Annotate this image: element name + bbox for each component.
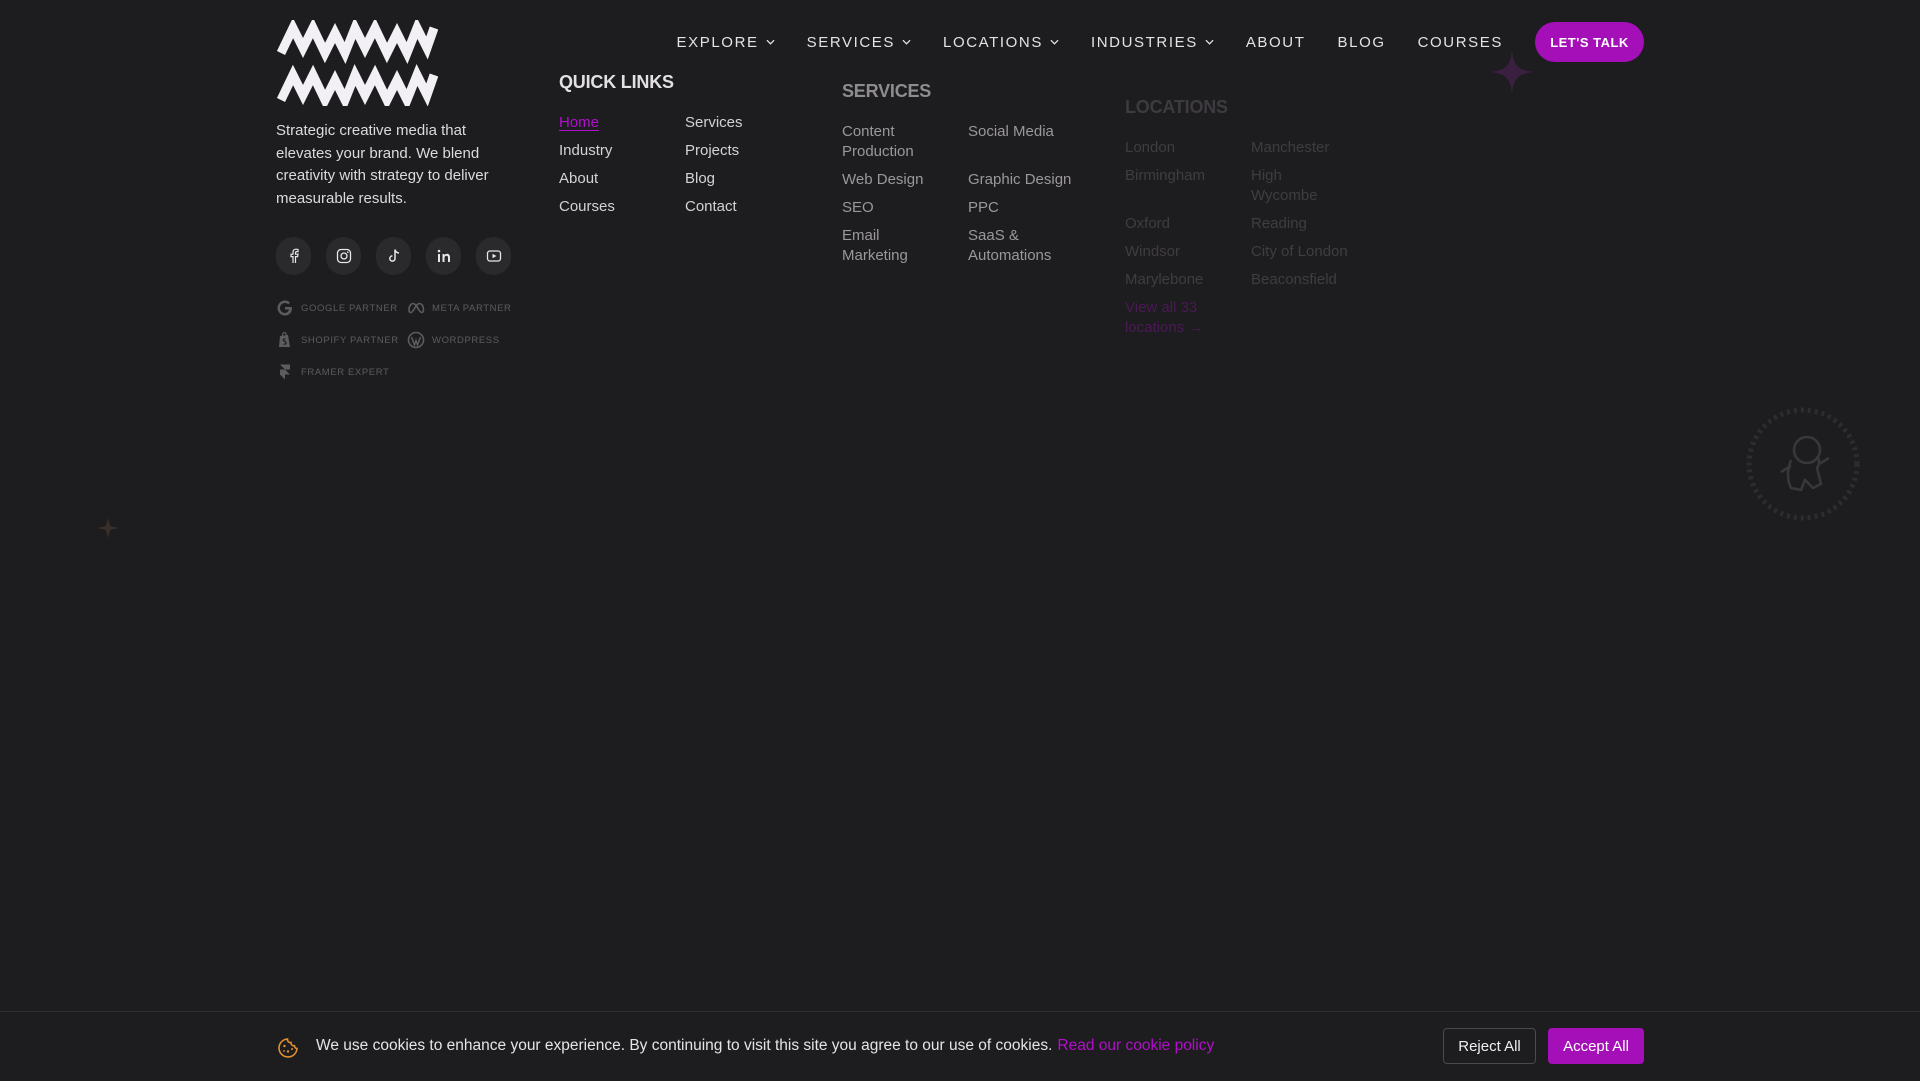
quick-link-home[interactable]: Home [559,113,679,133]
nav-about-label: ABOUT [1245,33,1306,51]
location-link-reading[interactable]: Reading [1251,214,1371,234]
service-link-saas-automations[interactable]: SaaS & Automations [968,226,1078,266]
service-link-seo[interactable]: SEO [842,198,942,218]
chevron-down-icon [1050,39,1059,45]
instagram-icon [336,248,351,264]
view-all-locations-link[interactable]: View all 33 locations → [1125,298,1225,338]
badge-label: SHOPIFY PARTNER [301,334,399,346]
chevron-down-icon [1205,39,1214,45]
reject-all-button[interactable]: Reject All [1443,1028,1536,1064]
badge-wordpress: WORDPRESS [407,331,500,349]
accept-all-button[interactable]: Accept All [1548,1028,1644,1064]
lets-talk-button[interactable]: LET'S TALK [1535,22,1644,62]
nav-blog-label: BLOG [1337,33,1386,51]
service-link-graphic-design[interactable]: Graphic Design [968,170,1088,190]
framer-icon [280,364,290,380]
quick-link-courses[interactable]: Courses [559,197,679,217]
locations-heading: LOCATIONS [1125,97,1228,117]
badge-framer-expert: FRAMER EXPERT [276,363,389,381]
location-link-marylebone[interactable]: Marylebone [1125,270,1245,290]
location-link-windsor[interactable]: Windsor [1125,242,1245,262]
zigzag-logo-icon[interactable] [276,20,438,106]
nav-explore[interactable]: EXPLORE [677,34,775,51]
nav-industries[interactable]: INDUSTRIES [1091,34,1214,51]
meta-icon [408,302,425,314]
chevron-down-icon [902,39,911,45]
social-links [276,237,511,275]
nav-courses[interactable]: COURSES [1418,34,1503,51]
cookie-icon [278,1038,298,1058]
chevron-down-icon [766,39,775,45]
shopify-icon [279,331,290,347]
location-link-high-wycombe[interactable]: High Wycombe [1251,166,1341,206]
badge-label: WORDPRESS [432,334,500,346]
nav-about[interactable]: ABOUT [1246,34,1306,51]
services-heading: SERVICES [842,81,932,101]
quick-link-industry[interactable]: Industry [559,141,679,161]
nav-locations-label: LOCATIONS [943,33,1043,51]
wordpress-icon [407,331,425,349]
youtube-link[interactable] [476,237,511,275]
badge-label: FRAMER EXPERT [301,366,390,378]
tiktok-link[interactable] [376,237,411,275]
badge-shopify-partner: SHOPIFY PARTNER [276,331,399,349]
service-link-ppc[interactable]: PPC [968,198,1088,218]
linkedin-link[interactable] [426,237,461,275]
youtube-icon [486,250,501,262]
service-link-content-production[interactable]: Content Production [842,122,942,162]
cookie-consent-bar: We use cookies to enhance your experienc… [0,1011,1920,1081]
location-link-city-of-london[interactable]: City of London [1251,242,1381,262]
quick-link-contact[interactable]: Contact [685,197,805,217]
location-link-birmingham[interactable]: Birmingham [1125,166,1245,186]
sparkle-icon [1490,50,1534,94]
nav-explore-label: EXPLORE [676,33,759,51]
cookie-text: We use cookies to enhance your experienc… [316,1037,1053,1054]
nav-blog[interactable]: BLOG [1338,34,1386,51]
nav-courses-label: COURSES [1417,33,1503,51]
facebook-icon [289,248,299,263]
cookie-policy-link[interactable]: Read our cookie policy [1057,1037,1214,1054]
sparkle-icon [98,518,118,538]
location-link-beaconsfield[interactable]: Beaconsfield [1251,270,1371,290]
quick-link-projects[interactable]: Projects [685,141,805,161]
linkedin-icon [437,249,450,262]
badge-label: META PARTNER [432,302,512,314]
brand-tagline: Strategic creative media that elevates y… [276,122,489,207]
service-link-social-media[interactable]: Social Media [968,122,1088,142]
nav-services-label: SERVICES [806,33,895,51]
quick-links-heading: QUICK LINKS [559,72,674,92]
service-link-web-design[interactable]: Web Design [842,170,942,190]
nav-locations[interactable]: LOCATIONS [943,34,1059,51]
quick-link-blog[interactable]: Blog [685,169,805,189]
facebook-link[interactable] [276,237,311,275]
location-link-oxford[interactable]: Oxford [1125,214,1245,234]
quick-link-about[interactable]: About [559,169,679,189]
badge-meta-partner: META PARTNER [407,299,512,317]
cookie-message: We use cookies to enhance your experienc… [316,1037,1214,1055]
badge-google-partner: GOOGLE PARTNER [276,299,398,317]
tiktok-icon [388,249,399,262]
nav-industries-label: INDUSTRIES [1090,33,1198,51]
location-link-manchester[interactable]: Manchester [1251,138,1371,158]
badge-label: GOOGLE PARTNER [301,302,398,314]
nav-services[interactable]: SERVICES [807,34,911,51]
service-link-email-marketing[interactable]: Email Marketing [842,226,932,266]
location-link-london[interactable]: London [1125,138,1245,158]
google-icon [277,300,292,316]
astronaut-badge-icon [1746,407,1860,521]
instagram-link[interactable] [326,237,361,275]
quick-link-services[interactable]: Services [685,113,805,133]
